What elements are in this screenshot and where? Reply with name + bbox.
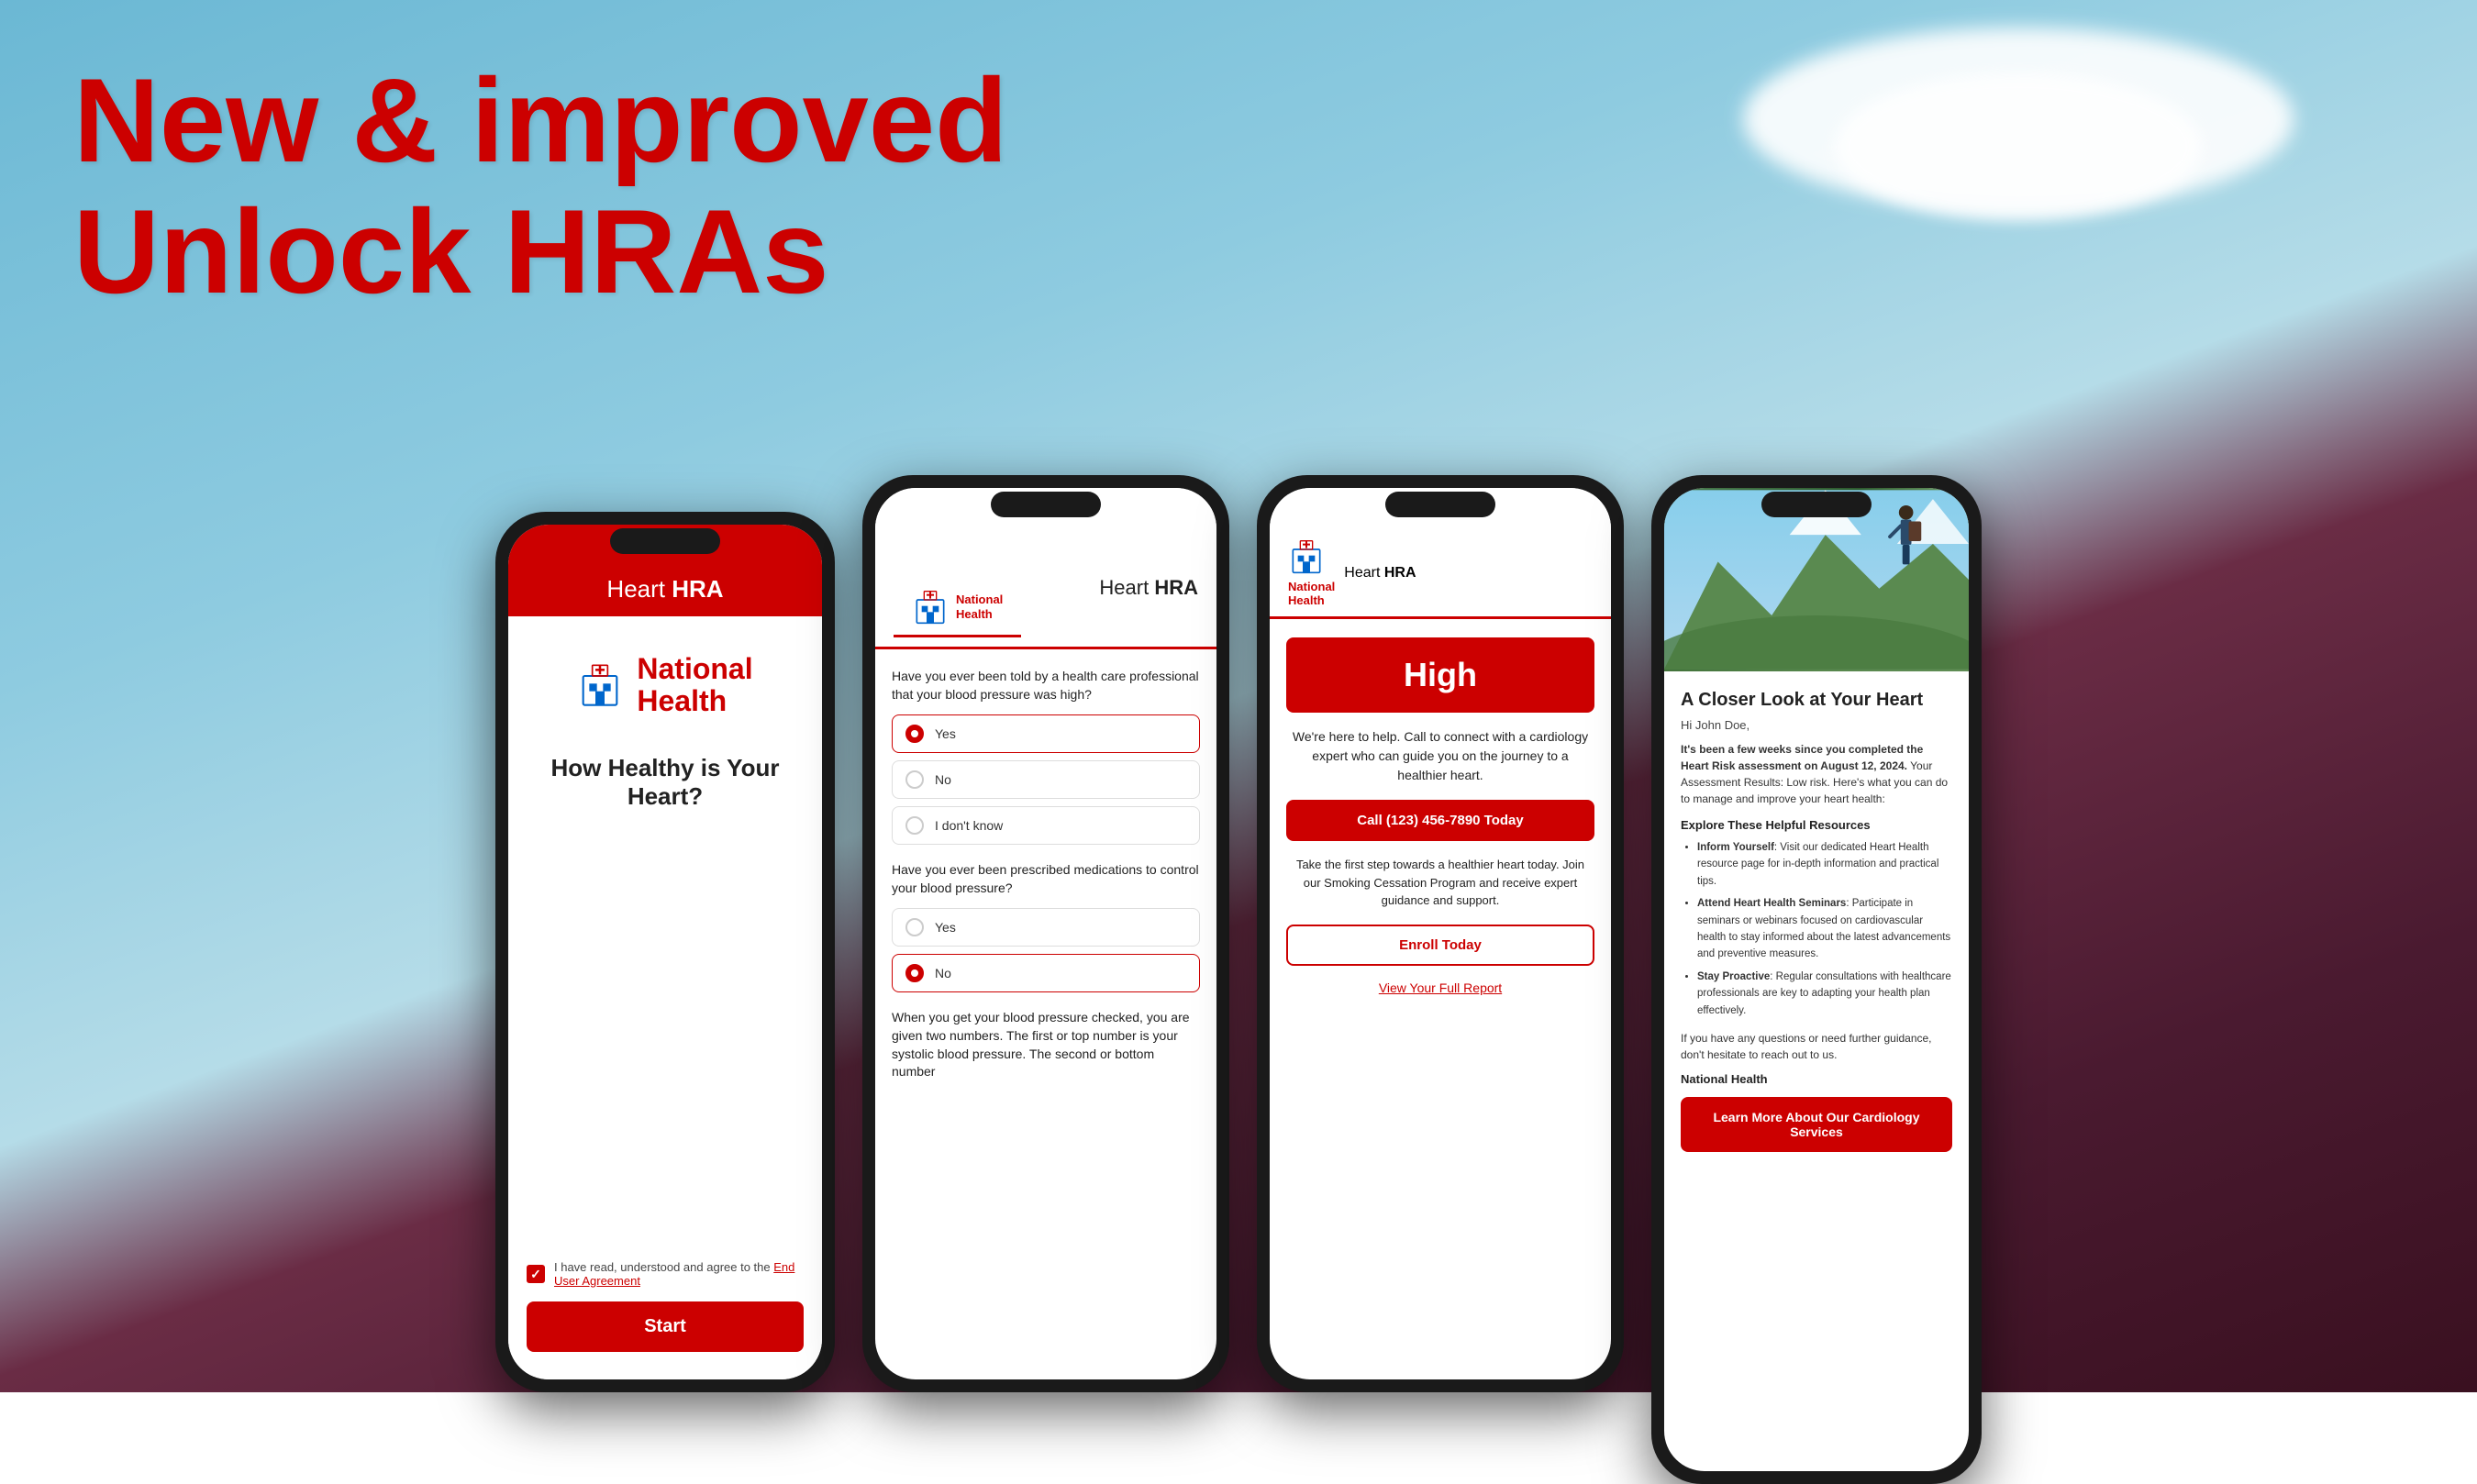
hospital-logo: National Health (577, 653, 752, 717)
phone1-body: National Health How Healthy is Your Hear… (508, 616, 822, 1379)
resource-3: Stay Proactive: Regular consultations wi… (1697, 969, 1952, 1019)
q1-radio-yes[interactable] (905, 725, 924, 743)
q1-option-yes[interactable]: Yes (892, 714, 1200, 753)
step-text: Take the first step towards a healthier … (1286, 856, 1594, 910)
checkbox-icon[interactable] (527, 1265, 545, 1283)
enroll-button[interactable]: Enroll Today (1286, 925, 1594, 966)
q1-option-dontknow[interactable]: I don't know (892, 806, 1200, 845)
phone1-title-hra: HRA (672, 575, 723, 603)
question-1-text: Have you ever been told by a health care… (892, 668, 1200, 703)
resource-2-title: Attend Heart Health Seminars (1697, 898, 1846, 909)
phone3-org-name: National Health (1288, 580, 1335, 607)
phone4-org-name: National Health (1681, 1072, 1952, 1086)
phones-container: Heart HRA (46, 475, 2431, 1392)
phone-notch-4 (1761, 492, 1872, 517)
headline-line1: New & improved (73, 55, 1008, 186)
question-2-text: Have you ever been prescribed medication… (892, 861, 1200, 897)
cardiology-button[interactable]: Learn More About Our Cardiology Services (1681, 1097, 1952, 1152)
org-name-line2: Health (637, 684, 727, 717)
q1-label-no: No (935, 772, 951, 787)
phone-notch-3 (1385, 492, 1495, 517)
org-name: National Health (637, 653, 752, 717)
phone3-body: High We're here to help. Call to connect… (1270, 619, 1611, 1379)
resource-2: Attend Heart Health Seminars: Participat… (1697, 895, 1952, 963)
hospital-name: National Health (637, 653, 752, 717)
phone2-org-line2: Health (956, 607, 993, 621)
phone2-body: Have you ever been told by a health care… (875, 649, 1216, 1379)
phone-start-screen: Heart HRA (495, 512, 835, 1392)
resource-1: Inform Yourself: Visit our dedicated Hea… (1697, 839, 1952, 890)
q2-label-no: No (935, 966, 951, 980)
q1-label-dontknow: I don't know (935, 818, 1003, 833)
resource-3-title: Stay Proactive (1697, 971, 1770, 982)
question-1-section: Have you ever been told by a health care… (892, 668, 1200, 845)
phone1-title: Heart HRA (606, 575, 723, 603)
phone-notch-1 (610, 528, 720, 554)
call-button[interactable]: Call (123) 456-7890 Today (1286, 800, 1594, 841)
q1-radio-no[interactable] (905, 770, 924, 789)
cloud-decoration-2 (1835, 73, 2202, 220)
phone4-contact-text: If you have any questions or need furthe… (1681, 1030, 1952, 1063)
q2-label-yes: Yes (935, 920, 956, 935)
phone1-tagline: How Healthy is Your Heart? (527, 754, 804, 811)
phone4-intro-bold: It's been a few weeks since you complete… (1681, 743, 1923, 772)
q1-radio-dontknow[interactable] (905, 816, 924, 835)
risk-level-badge: High (1286, 637, 1594, 713)
phone2-org-line1: National (956, 592, 1003, 606)
phone4-resources-list: Inform Yourself: Visit our dedicated Hea… (1681, 839, 1952, 1019)
q2-option-yes[interactable]: Yes (892, 908, 1200, 947)
phone2-org-name: National Health (956, 592, 1003, 621)
checkbox-label: I have read, understood and agree to the… (554, 1260, 804, 1288)
phone3-org-line2: Health (1288, 593, 1325, 607)
phone4-article-title: A Closer Look at Your Heart (1681, 690, 1952, 711)
phone4-content: A Closer Look at Your Heart Hi John Doe,… (1664, 671, 1969, 1471)
phone3-org-line1: National (1288, 580, 1335, 593)
question-3-text: When you get your blood pressure checked… (892, 1009, 1200, 1080)
q2-radio-yes[interactable] (905, 918, 924, 936)
q1-label-yes: Yes (935, 726, 956, 741)
phone4-intro: It's been a few weeks since you complete… (1681, 741, 1952, 807)
phone3-app-title: Heart HRA (1344, 565, 1416, 581)
question-3-section: When you get your blood pressure checked… (892, 1009, 1200, 1080)
resource-1-title: Inform Yourself (1697, 842, 1774, 853)
phone2-hospital-icon (912, 589, 949, 626)
phone4-section-title: Explore These Helpful Resources (1681, 818, 1952, 832)
checkbox-label-text: I have read, understood and agree to the (554, 1260, 773, 1274)
headline-section: New & improved Unlock HRAs (73, 55, 1008, 317)
phone4-greeting: Hi John Doe, (1681, 718, 1952, 732)
view-report-link[interactable]: View Your Full Report (1286, 980, 1594, 995)
phone-questions-screen: National Health Heart HRA Have you ever … (862, 475, 1229, 1392)
phone2-logo: National Health (894, 538, 1021, 637)
phone1-bottom: I have read, understood and agree to the… (527, 1260, 804, 1352)
q2-radio-no[interactable] (905, 964, 924, 982)
phone-results-screen: National Health Heart HRA High We're her… (1257, 475, 1624, 1392)
phone-email-screen: A Closer Look at Your Heart Hi John Doe,… (1651, 475, 1982, 1484)
phone1-screen: Heart HRA (508, 525, 822, 1379)
headline-line2: Unlock HRAs (73, 186, 1008, 317)
hospital-icon (577, 662, 623, 708)
phone2-app-title: Heart HRA (1099, 576, 1198, 600)
phone1-title-heart: Heart (606, 575, 672, 603)
question-2-section: Have you ever been prescribed medication… (892, 861, 1200, 992)
org-name-line1: National (637, 652, 752, 685)
help-text: We're here to help. Call to connect with… (1286, 727, 1594, 785)
phone2-screen: National Health Heart HRA Have you ever … (875, 488, 1216, 1379)
phone3-hospital-icon (1288, 538, 1325, 575)
checkbox-agreement[interactable]: I have read, understood and agree to the… (527, 1260, 804, 1288)
phone3-screen: National Health Heart HRA High We're her… (1270, 488, 1611, 1379)
start-button[interactable]: Start (527, 1301, 804, 1352)
q1-option-no[interactable]: No (892, 760, 1200, 799)
q2-option-no[interactable]: No (892, 954, 1200, 992)
phone4-screen: A Closer Look at Your Heart Hi John Doe,… (1664, 488, 1969, 1471)
phone3-logo: National Health (1288, 538, 1335, 607)
phone-notch-2 (991, 492, 1101, 517)
